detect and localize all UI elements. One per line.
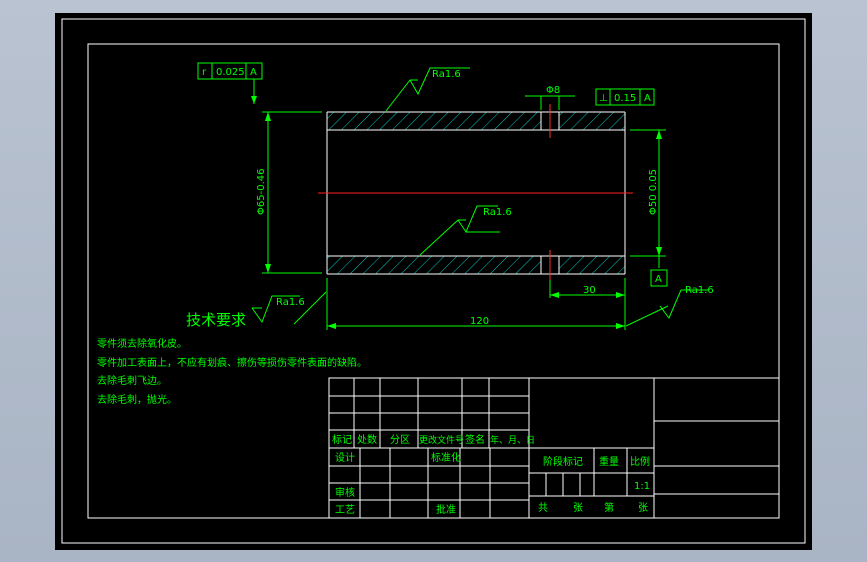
- tech-requirements-title: 技术要求: [186, 311, 246, 329]
- tb-zone: 分区: [390, 434, 410, 446]
- tb-mark: 标记: [332, 434, 352, 446]
- tech-requirement-3: 去除毛刺飞边。: [97, 374, 167, 387]
- tb-weight: 重量: [599, 455, 619, 468]
- roughness-right: Ra1.6: [685, 285, 714, 296]
- tech-requirement-2: 零件加工表面上，不应有划痕、擦伤等损伤零件表面的缺陷。: [97, 356, 367, 369]
- tb-approve: 批准: [436, 503, 456, 516]
- hole-diameter-dim: Φ8: [546, 85, 560, 96]
- hole-position-dim: 30: [583, 285, 596, 296]
- perpendicularity-datum: A: [644, 93, 651, 104]
- perpendicularity-symbol: ⊥: [599, 93, 608, 104]
- roughness-inner: Ra1.6: [483, 207, 512, 218]
- tb-stage-mark: 阶段标记: [543, 455, 583, 468]
- tech-requirement-4: 去除毛刺，抛光。: [97, 393, 177, 406]
- tb-num: 第: [604, 501, 614, 514]
- roundness-datum: A: [250, 67, 257, 78]
- roundness-value: 0.025: [216, 67, 245, 78]
- tb-date: 年、月、日: [490, 434, 535, 446]
- tb-signature: 签名: [465, 433, 485, 446]
- tb-review: 审核: [335, 486, 355, 499]
- tb-design: 设计: [335, 451, 355, 464]
- outer-diameter-dim: Φ65-0.46: [256, 169, 267, 215]
- tb-total: 共: [538, 502, 548, 514]
- tb-change-doc: 更改文件号: [419, 434, 464, 446]
- cad-viewport[interactable]: r 0.025 A Ra1.6 Φ8 ⊥ 0.15 A Ra1.6 A Ra1.…: [0, 0, 867, 562]
- tb-sheet: 张: [573, 502, 583, 514]
- length-dim: 120: [470, 316, 489, 327]
- datum-label: A: [655, 274, 662, 285]
- tb-scale-value: 1:1: [634, 481, 650, 492]
- tb-scale: 比例: [630, 455, 650, 468]
- inner-diameter-dim: Φ50 0.05: [648, 169, 659, 215]
- drawing-canvas[interactable]: r 0.025 A Ra1.6 Φ8 ⊥ 0.15 A Ra1.6 A Ra1.…: [0, 0, 867, 562]
- perpendicularity-value: 0.15: [614, 93, 636, 104]
- tech-requirement-1: 零件须去除氧化皮。: [97, 337, 187, 350]
- model-space: [55, 13, 812, 550]
- tb-process: 工艺: [335, 504, 355, 516]
- tb-count: 处数: [357, 433, 377, 446]
- roughness-top: Ra1.6: [432, 69, 461, 80]
- tb-standardize: 标准化: [431, 451, 461, 464]
- roughness-left: Ra1.6: [276, 297, 305, 308]
- tb-page: 张: [638, 502, 648, 514]
